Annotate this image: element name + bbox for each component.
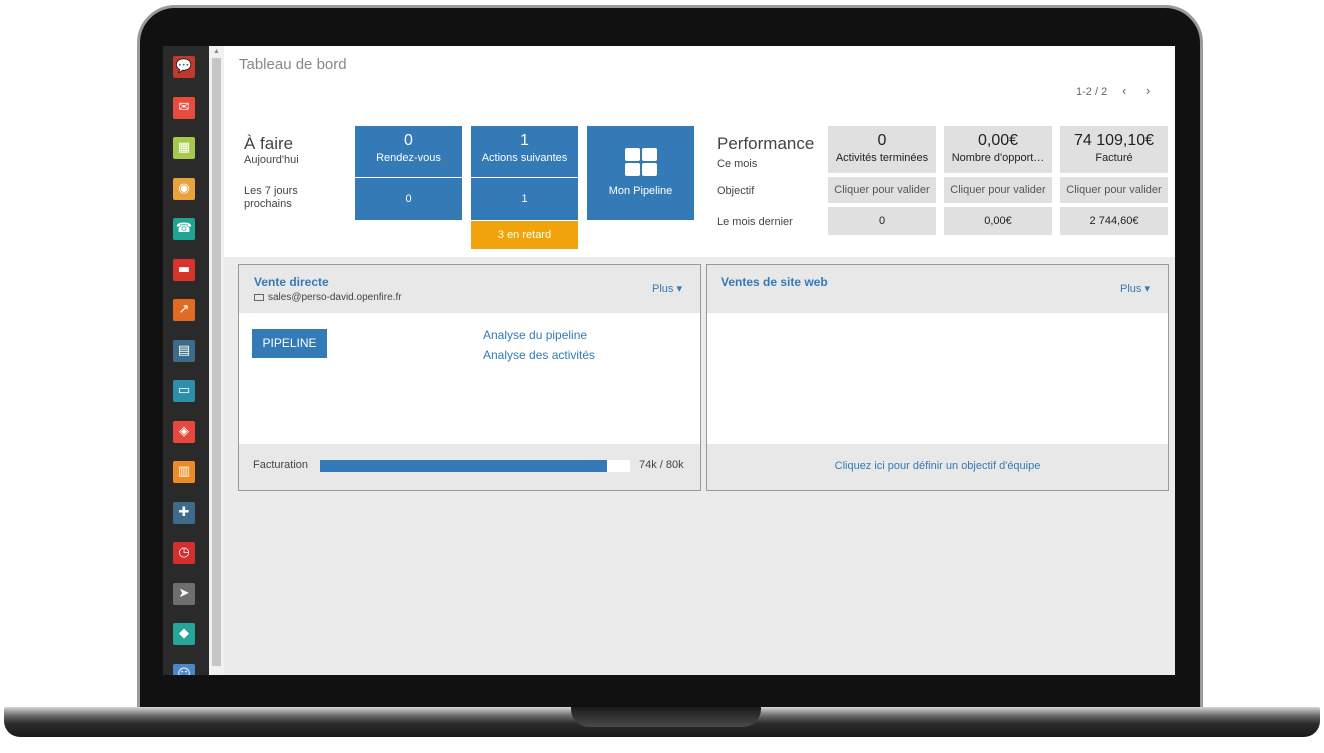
perf-invoiced-objective-text: Cliquer pour valider [1066,184,1162,196]
perf-invoiced-last-month: 2 744,60€ [1060,207,1168,235]
calculator-icon[interactable]: ▤ [173,339,195,362]
team-card-header [707,265,1168,313]
perf-activities-done[interactable]: 0 Activités terminées [828,126,936,173]
envelope-icon [254,293,264,301]
puzzle-icon[interactable]: ✚ [173,501,195,524]
perf-opportunities-value: 0,00€ [977,132,1019,149]
perf-opportunities-label: Nombre d'opport… [951,152,1045,164]
team-card-header [239,265,700,313]
team-email: sales@perso-david.openfire.fr [268,292,402,303]
perf-invoiced-value: 74 109,10€ [1073,132,1155,149]
late-actions-badge[interactable]: 3 en retard [471,221,578,249]
performance-title: Performance [717,134,815,153]
laptop-notch [571,707,761,727]
team-icon[interactable]: ☺ [173,663,195,675]
perf-invoiced-last-value: 2 744,60€ [1089,215,1139,227]
mail-icon[interactable]: ✉ [173,96,195,119]
todo-title: À faire [244,134,294,153]
perf-activities-objective[interactable]: Cliquer pour valider [828,177,936,203]
team-card-website-sales: Ventes de site web Plus ▾ Cliquez ici po… [706,264,1169,491]
next-actions-7days-tile[interactable]: 1 [471,178,578,220]
contacts-icon[interactable]: ☎ [173,218,195,240]
perf-activities-value: 0 [877,132,887,149]
folder-icon[interactable]: ▬ [173,258,195,281]
team-title[interactable]: Ventes de site web [721,275,828,289]
perf-opportunities-objective-text: Cliquer pour valider [950,184,1046,196]
meetings-7days-tile[interactable]: 0 [355,178,462,220]
pipeline-button[interactable]: PIPELINE [252,329,327,358]
meetings-today-count: 0 [404,132,413,149]
scrollbar-thumb[interactable] [212,58,221,666]
invoicing-value: 74k / 80k [639,459,684,471]
pager-value[interactable]: 1-2 / 2 [1076,86,1107,98]
perf-activities-objective-text: Cliquer pour valider [834,184,930,196]
perf-opportunities-objective[interactable]: Cliquer pour valider [944,177,1052,203]
app-sidebar: 💬 ✉ ▦ ◉ ☎ ▬ ↗ ▤ ▭ ◈ ▥ ✚ ◷ ➤ ◆ ☺ [163,46,209,675]
meetings-label: Rendez-vous [376,152,441,164]
pipeline-grid-icon [624,148,657,176]
card-icon[interactable]: ▭ [173,380,195,402]
invoicing-label: Facturation [253,459,309,471]
scroll-up-icon[interactable]: ▲ [212,47,221,56]
perf-activities-last-month: 0 [828,207,936,235]
activities-analysis-link[interactable]: Analyse des activités [483,348,595,362]
crm-icon[interactable]: ◉ [173,177,195,200]
perf-invoiced-objective[interactable]: Cliquer pour valider [1060,177,1168,203]
meetings-today-tile[interactable]: 0 Rendez-vous [355,126,462,177]
my-pipeline-label: Mon Pipeline [608,185,673,197]
perf-row-objective: Objectif [717,185,755,197]
tag-icon[interactable]: ◆ [173,623,195,645]
team-more-dropdown[interactable]: Plus ▾ [652,282,682,295]
sales-chart-icon[interactable]: ↗ [173,299,195,321]
team-more-dropdown[interactable]: Plus ▾ [1120,282,1150,295]
perf-activities-label: Activités terminées [835,152,929,164]
perf-invoiced[interactable]: 74 109,10€ Facturé [1060,126,1168,173]
perf-opportunities[interactable]: 0,00€ Nombre d'opport… [944,126,1052,173]
control-panel [224,46,1175,113]
team-card-direct-sales: Vente directe sales@perso-david.openfire… [238,264,701,491]
perf-opportunities-last-month: 0,00€ [944,207,1052,235]
page-title: Tableau de bord [239,56,347,73]
pager-previous-icon[interactable]: ‹ [1122,83,1126,98]
perf-invoiced-label: Facturé [1095,152,1133,164]
screen: 💬 ✉ ▦ ◉ ☎ ▬ ↗ ▤ ▭ ◈ ▥ ✚ ◷ ➤ ◆ ☺ ▲ Tableau de bord 1-2 /… [163,46,1175,675]
late-actions-text: 3 en retard [497,229,552,241]
todo-today-label: Aujourd'hui [244,154,299,166]
invoicing-progress-bar[interactable] [320,460,630,472]
send-icon[interactable]: ➤ [173,582,195,605]
set-team-target-link[interactable]: Cliquez ici pour définir un objectif d'é… [707,460,1168,472]
pipeline-analysis-link[interactable]: Analyse du pipeline [483,328,587,342]
perf-activities-last-value: 0 [878,215,886,227]
team-email-row: sales@perso-david.openfire.fr [254,292,402,303]
next-actions-7days-count: 1 [521,193,528,205]
invoice-icon[interactable]: ▥ [173,461,195,483]
my-pipeline-tile[interactable]: Mon Pipeline [587,126,694,220]
perf-opportunities-last-value: 0,00€ [984,215,1012,227]
inventory-icon[interactable]: ◈ [173,420,195,443]
next-actions-today-count: 1 [520,132,529,149]
clock-icon[interactable]: ◷ [173,542,195,564]
pager-next-icon[interactable]: › [1146,83,1150,98]
team-title[interactable]: Vente directe [254,275,329,289]
calendar-icon[interactable]: ▦ [173,137,195,159]
perf-row-last-month: Le mois dernier [717,216,793,228]
todo-next7-label: Les 7 jours prochains [244,185,298,210]
invoicing-progress-fill [320,460,608,472]
perf-row-this-month: Ce mois [717,158,758,170]
next-actions-label: Actions suivantes [481,152,568,164]
meetings-7days-count: 0 [405,193,412,205]
discuss-icon[interactable]: 💬 [173,56,195,78]
next-actions-today-tile[interactable]: 1 Actions suivantes [471,126,578,177]
